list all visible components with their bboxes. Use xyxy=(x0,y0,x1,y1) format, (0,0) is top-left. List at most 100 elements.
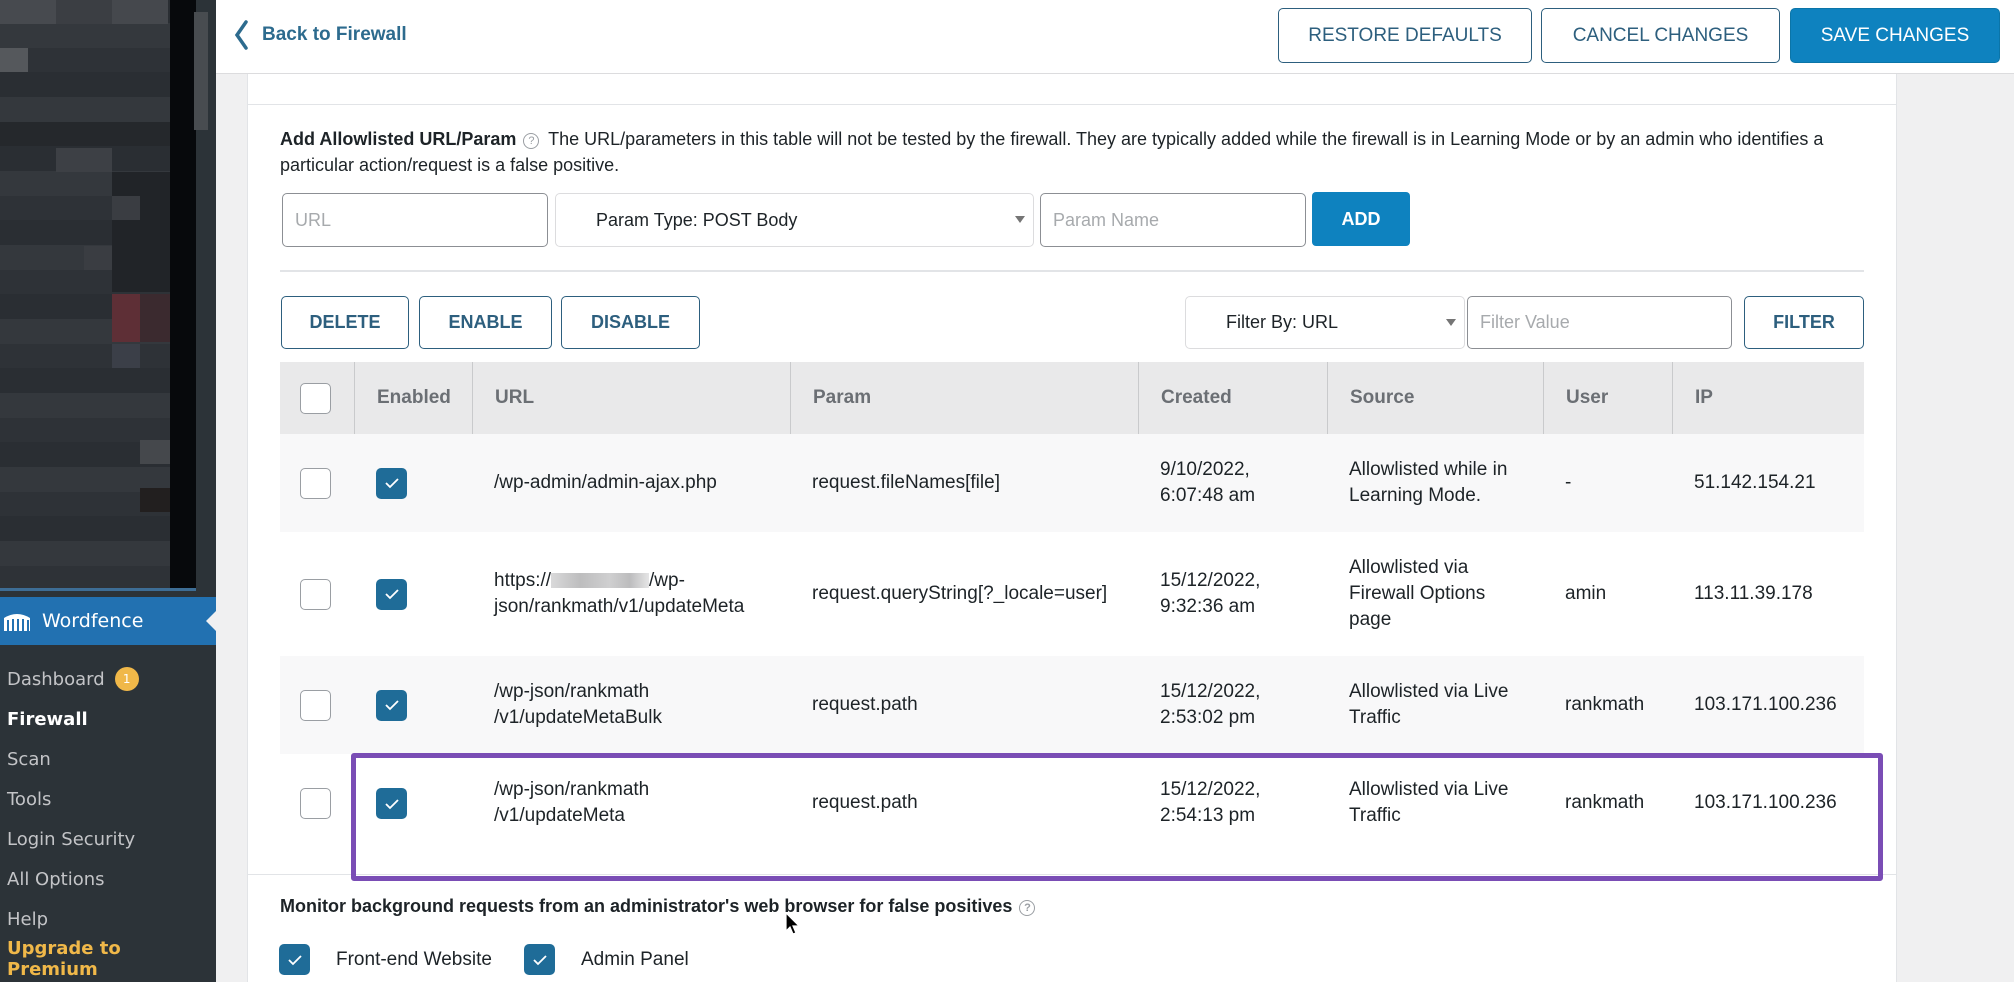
sidebar-item-label: Scan xyxy=(7,748,51,770)
sidebar-item-tools[interactable]: Tools xyxy=(0,779,216,819)
cancel-changes-button[interactable]: CANCEL CHANGES xyxy=(1541,8,1780,63)
enable-button[interactable]: ENABLE xyxy=(419,296,552,349)
url-cell: https:// /wp- json/rankmath/v1/updateMeta xyxy=(472,532,790,656)
enabled-checkbox[interactable] xyxy=(376,467,407,499)
sidebar-item-label: Help xyxy=(7,908,49,930)
param-type-select[interactable]: Param Type: POST Body xyxy=(555,193,1034,247)
sidebar-item-label: Dashboard xyxy=(7,668,105,690)
table-row[interactable]: https:// /wp- json/rankmath/v1/updateMeta… xyxy=(280,532,1864,656)
front-end-website-option[interactable]: Front-end Website xyxy=(279,944,492,975)
allowlist-title: Add Allowlisted URL/Param xyxy=(280,129,517,149)
top-action-bar: Back to Firewall RESTORE DEFAULTS CANCEL… xyxy=(216,0,2014,74)
admin-panel-option[interactable]: Admin Panel xyxy=(524,944,689,975)
add-button[interactable]: ADD xyxy=(1312,192,1410,246)
row-select-checkbox[interactable] xyxy=(300,788,331,819)
table-row[interactable]: /wp-admin/admin-ajax.php request.fileNam… xyxy=(280,434,1864,532)
help-icon[interactable]: ? xyxy=(523,133,540,149)
allowlist-description: Add Allowlisted URL/Param ? The URL/para… xyxy=(280,126,1860,178)
notification-badge: 1 xyxy=(114,667,139,691)
user-cell: rankmath xyxy=(1565,792,1645,813)
active-menu-notch xyxy=(206,611,216,631)
sidebar-item-wordfence[interactable]: Wordfence xyxy=(0,597,216,645)
created-time: 6:07:48 am xyxy=(1160,485,1256,506)
monitor-title-text: Monitor background requests from an admi… xyxy=(280,896,1013,916)
admin-sidebar: Wordfence Dashboard 1 Firewall Scan Tool… xyxy=(0,0,216,982)
monitor-section-title: Monitor background requests from an admi… xyxy=(280,896,1039,917)
enabled-cell xyxy=(354,434,472,532)
back-to-firewall-link[interactable]: Back to Firewall xyxy=(234,20,407,50)
sidebar-item-label: Login Security xyxy=(7,828,136,850)
filter-by-select[interactable]: Filter By: URL xyxy=(1185,296,1465,349)
section-divider xyxy=(280,270,1864,272)
enabled-checkbox[interactable] xyxy=(376,578,407,610)
sidebar-item-all-options[interactable]: All Options xyxy=(0,859,216,899)
row-select-cell xyxy=(280,532,354,656)
created-cell: 15/12/2022, 2:54:13 pm xyxy=(1138,754,1327,852)
save-changes-button[interactable]: SAVE CHANGES xyxy=(1790,8,2000,63)
help-icon[interactable]: ? xyxy=(1019,900,1036,916)
row-select-checkbox[interactable] xyxy=(300,578,331,610)
delete-button[interactable]: DELETE xyxy=(281,296,409,349)
admin-panel-checkbox[interactable] xyxy=(524,944,555,975)
pixelated-menu-region xyxy=(0,0,196,590)
column-header-user[interactable]: User xyxy=(1543,362,1672,434)
url-prefix: https:// xyxy=(494,570,552,591)
url-input[interactable]: URL xyxy=(282,193,548,247)
url-line1: /wp-json/rankmath xyxy=(494,779,650,800)
checkmark-icon xyxy=(384,589,399,600)
restore-defaults-button[interactable]: RESTORE DEFAULTS xyxy=(1278,8,1532,63)
created-date: 15/12/2022, xyxy=(1160,570,1261,591)
user-cell: amin xyxy=(1565,583,1607,604)
param-name-input[interactable]: Param Name xyxy=(1040,193,1306,247)
sidebar-item-dashboard[interactable]: Dashboard 1 xyxy=(0,659,216,699)
sidebar-item-upgrade[interactable]: Upgrade to Premium xyxy=(0,938,216,980)
checkmark-icon xyxy=(384,478,399,489)
checkmark-icon xyxy=(384,798,399,809)
enabled-checkbox[interactable] xyxy=(376,689,407,721)
select-all-checkbox[interactable] xyxy=(300,382,331,414)
wordfence-submenu: Dashboard 1 Firewall Scan Tools Login Se… xyxy=(0,659,216,980)
row-select-checkbox[interactable] xyxy=(300,467,331,499)
column-header-enabled[interactable]: Enabled xyxy=(354,362,472,434)
front-end-website-checkbox[interactable] xyxy=(279,944,310,975)
sidebar-item-login-security[interactable]: Login Security xyxy=(0,819,216,859)
allowlist-table: Enabled URL Param Created Source User IP… xyxy=(280,362,1864,852)
table-row[interactable]: /wp-json/rankmath/v1/updateMeta request.… xyxy=(280,754,1864,852)
sidebar-item-help[interactable]: Help xyxy=(0,899,216,939)
sidebar-item-label: Firewall xyxy=(7,708,88,730)
table-bottom-divider xyxy=(247,874,1897,875)
table-row[interactable]: /wp-json/rankmath/v1/updateMetaBulk requ… xyxy=(280,656,1864,754)
sidebar-item-firewall[interactable]: Firewall xyxy=(0,699,216,739)
sidebar-separator xyxy=(0,588,196,591)
filter-value-input[interactable]: Filter Value xyxy=(1467,296,1732,349)
checkmark-icon xyxy=(532,954,547,965)
table-header: Enabled URL Param Created Source User IP xyxy=(280,362,1864,434)
mouse-pointer-icon xyxy=(785,912,801,935)
enabled-checkbox[interactable] xyxy=(376,788,407,819)
chevron-left-icon xyxy=(234,20,248,50)
enabled-cell xyxy=(354,532,472,656)
param-cell: request.path xyxy=(812,792,918,813)
option-label: Admin Panel xyxy=(581,948,689,970)
url-cell: /wp-json/rankmath/v1/updateMeta xyxy=(472,754,790,852)
filter-by-value: Filter By: URL xyxy=(1226,312,1339,332)
row-select-cell xyxy=(280,656,354,754)
column-header-created[interactable]: Created xyxy=(1138,362,1327,434)
ip-cell: 113.11.39.178 xyxy=(1694,583,1813,604)
column-header-param[interactable]: Param xyxy=(790,362,1138,434)
row-select-cell xyxy=(280,434,354,532)
disable-button[interactable]: DISABLE xyxy=(561,296,700,349)
created-cell: 15/12/2022, 9:32:36 am xyxy=(1138,532,1327,656)
checkmark-icon xyxy=(384,700,399,711)
url-line2: json/rankmath/v1/updateMeta xyxy=(494,596,745,617)
sidebar-item-scan[interactable]: Scan xyxy=(0,739,216,779)
filter-button[interactable]: FILTER xyxy=(1744,296,1864,349)
created-date: 9/10/2022, xyxy=(1160,459,1250,480)
param-cell: request.fileNames[file] xyxy=(812,472,1000,493)
option-label: Front-end Website xyxy=(336,948,492,970)
column-header-source[interactable]: Source xyxy=(1327,362,1543,434)
column-header-ip[interactable]: IP xyxy=(1672,362,1864,434)
row-select-checkbox[interactable] xyxy=(300,689,331,721)
user-cell: rankmath xyxy=(1565,694,1645,715)
column-header-url[interactable]: URL xyxy=(472,362,790,434)
